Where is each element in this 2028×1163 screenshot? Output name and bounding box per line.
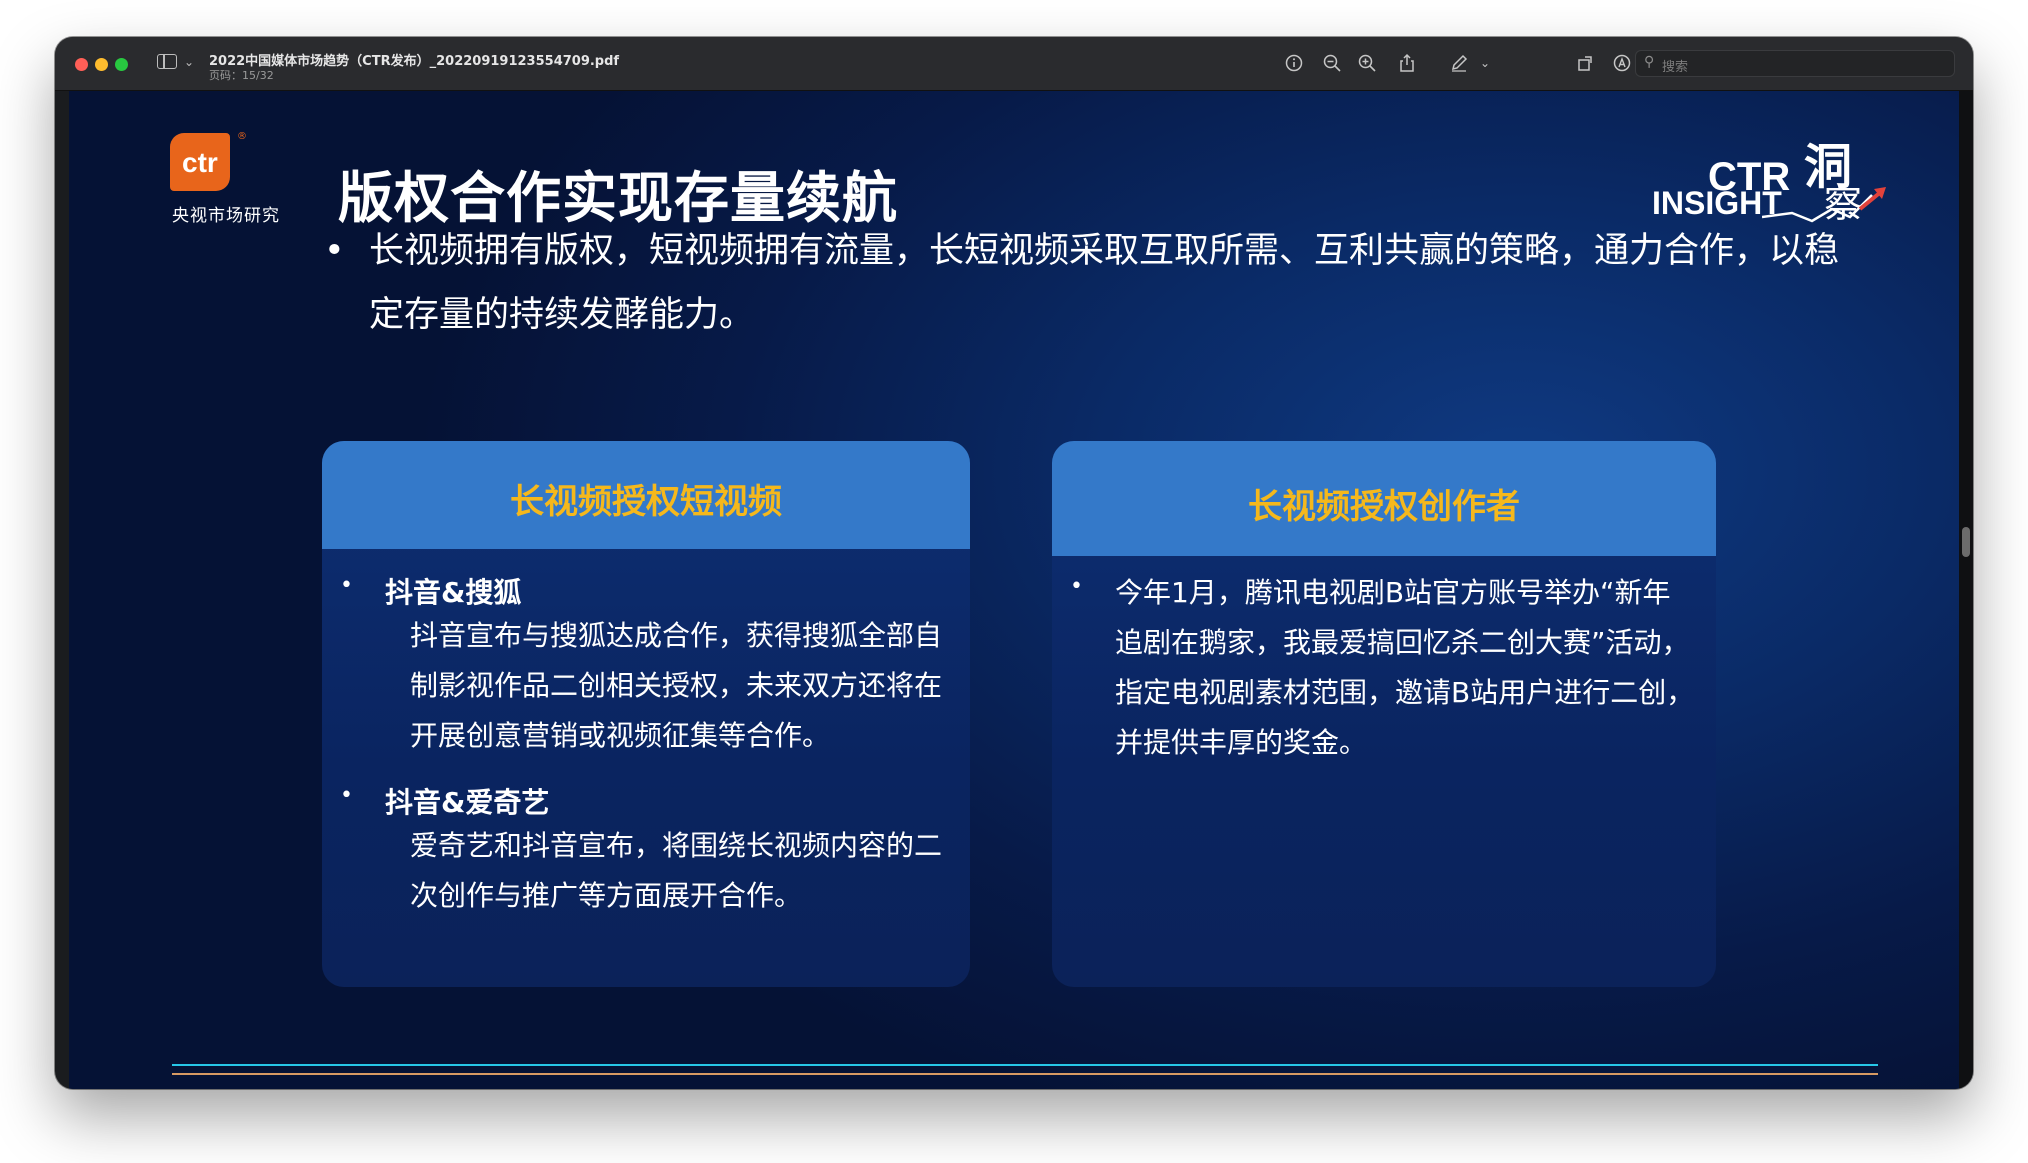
ctr-logo: ctr — [170, 133, 230, 191]
annotate-circle-icon[interactable] — [1610, 51, 1634, 75]
divider-orange — [172, 1073, 1878, 1075]
search-placeholder: 搜索 — [1662, 60, 1689, 75]
ctr-logo-text: ctr — [182, 147, 218, 178]
markup-pen-icon[interactable] — [1447, 51, 1471, 75]
main-bullet-text: 长视频拥有版权，短视频拥有流量，长短视频采取互取所需、互利共赢的策略，通力合作，… — [369, 231, 1840, 335]
pdf-viewer-window: ⌄ 2022中国媒体市场趋势（CTR发布）_20220919123554709.… — [55, 37, 1973, 1089]
rotate-icon[interactable] — [1573, 51, 1597, 75]
card-title: 长视频授权短视频 — [510, 482, 782, 522]
close-window-button[interactable] — [75, 58, 88, 71]
zoom-window-button[interactable] — [115, 58, 128, 71]
card-header: 长视频授权短视频 — [322, 441, 970, 549]
item-body: 爱奇艺和抖音宣布，将围绕长视频内容的二次创作与推广等方面展开合作。 — [410, 829, 943, 912]
search-icon: ⚲ — [1644, 54, 1655, 70]
bullet-dot: • — [340, 573, 353, 598]
sidebar-toggle-icon[interactable] — [157, 54, 177, 69]
chevron-down-icon[interactable]: ⌄ — [184, 55, 194, 69]
markup-dropdown-chevron-icon[interactable]: ⌄ — [1473, 51, 1497, 75]
ctr-logo-subtitle: 央视市场研究 — [172, 206, 280, 226]
divider-cyan — [172, 1064, 1878, 1066]
bullet-dot: • — [1070, 574, 1083, 599]
scrollbar-thumb[interactable] — [1962, 527, 1970, 557]
share-icon[interactable] — [1395, 51, 1419, 75]
page-indicator: 页码：15/32 — [209, 69, 274, 82]
item-label: 抖音&爱奇艺 — [385, 786, 550, 819]
zoom-in-icon[interactable] — [1355, 51, 1379, 75]
card-header: 长视频授权创作者 — [1052, 441, 1716, 556]
bullet-dot: • — [340, 783, 353, 808]
item-label: 抖音&搜狐 — [385, 576, 522, 609]
card-title: 长视频授权创作者 — [1248, 487, 1520, 527]
search-input[interactable]: ⚲ 搜索 — [1635, 50, 1955, 77]
zoom-out-icon[interactable] — [1320, 51, 1344, 75]
registered-mark: ® — [237, 131, 247, 142]
item-body: 今年1月，腾讯电视剧B站官方账号举办“新年追剧在鹅家，我最爱搞回忆杀二创大赛”活… — [1115, 576, 1695, 759]
slide-page: ctr ® 央视市场研究 版权合作实现存量续航 CTR INSIGHT 洞 察 … — [69, 91, 1959, 1089]
minimize-window-button[interactable] — [95, 58, 108, 71]
info-icon[interactable] — [1282, 51, 1306, 75]
card-long-to-short-video: 长视频授权短视频 • 抖音&搜狐 抖音宣布与搜狐达成合作，获得搜狐全部自制影视作… — [322, 441, 970, 987]
vertical-scrollbar[interactable] — [1959, 91, 1973, 1089]
item-body: 抖音宣布与搜狐达成合作，获得搜狐全部自制影视作品二创相关授权，未来双方还将在开展… — [410, 619, 943, 752]
card-long-video-to-creators: 长视频授权创作者 • 今年1月，腾讯电视剧B站官方账号举办“新年追剧在鹅家，我最… — [1052, 441, 1716, 987]
title-bar: ⌄ 2022中国媒体市场趋势（CTR发布）_20220919123554709.… — [55, 37, 1973, 91]
bullet-dot: • — [324, 231, 345, 271]
